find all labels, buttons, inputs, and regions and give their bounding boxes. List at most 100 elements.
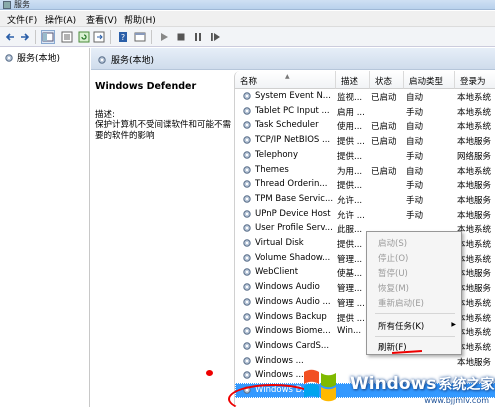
service-name-cell: Windows CardS... [242, 341, 336, 351]
description-cell: 提供... [337, 181, 363, 192]
column-header-status[interactable]: 状态 [370, 71, 404, 89]
ctx-separator [375, 313, 455, 314]
services-app-icon [3, 1, 11, 9]
ctx-restart[interactable]: 重新启动(E) [367, 295, 461, 310]
ctx-start[interactable]: 启动(S) [367, 235, 461, 250]
pane-header-label: 服务(本地) [111, 56, 155, 66]
console-icon [134, 32, 146, 42]
description-cell: 启用 ... [337, 107, 365, 118]
ctx-resume[interactable]: 恢复(M) [367, 280, 461, 295]
service-name-cell: Thread Orderin... [242, 179, 336, 189]
description-cell: 使用... [337, 122, 363, 133]
gear-icon [243, 121, 251, 130]
table-row[interactable]: Tablet PC Input ... 启用 ... 手动 本地系统 [235, 104, 495, 119]
gear-icon [243, 151, 251, 159]
menu-action[interactable]: 操作(A) [45, 13, 76, 26]
menu-view[interactable]: 查看(V) [86, 13, 117, 26]
logon-as-cell: 本地服务 [457, 210, 492, 221]
watermark: Windows 系统之家 www.bjjmlv.com [300, 360, 495, 407]
column-header-logon-as[interactable]: 登录为 [455, 71, 495, 89]
table-row[interactable]: Thread Orderin... 提供... 手动 本地服务 [235, 177, 495, 192]
restart-service-button[interactable] [208, 30, 222, 44]
description-cell: 提供... [337, 240, 363, 250]
list-view-icon [61, 31, 73, 43]
start-service-button[interactable] [157, 30, 171, 44]
service-name-cell: System Event N... [242, 91, 336, 101]
table-row[interactable]: Task Scheduler 使用... 已启动 自动 本地系统 [235, 118, 495, 133]
gear-icon [5, 53, 13, 62]
logon-as-cell: 本地系统 [457, 328, 492, 339]
console-button[interactable] [133, 30, 147, 44]
table-row[interactable]: System Event N... 监视... 已启动 自动 本地系统 [235, 89, 495, 104]
ctx-pause[interactable]: 暂停(U) [367, 265, 461, 280]
logon-as-cell: 本地系统 [457, 313, 492, 324]
description-cell: 监视... [337, 93, 363, 103]
logon-as-cell: 本地服务 [457, 181, 492, 192]
help-button[interactable]: ? [116, 30, 130, 44]
ctx-separator [375, 336, 455, 337]
ctx-stop[interactable]: 停止(O) [367, 250, 461, 265]
startup-type-cell: 自动 [406, 93, 424, 103]
logon-as-cell: 本地系统 [457, 298, 492, 309]
gear-icon [243, 253, 251, 262]
menu-file[interactable]: 文件(F) [7, 13, 37, 26]
gear-icon [243, 136, 251, 144]
back-arrow-icon [5, 33, 14, 41]
stop-service-button[interactable] [174, 30, 188, 44]
windows-logo-icon [304, 369, 336, 401]
service-name-cell: Task Scheduler [242, 120, 336, 130]
service-name-cell: Volume Shadow... [242, 253, 336, 263]
table-row[interactable]: Telephony 提供... 手动 网络服务 [235, 148, 495, 163]
tree-item-label: 服务(本地) [17, 54, 61, 64]
gear-icon [243, 327, 251, 335]
service-name-cell: Windows Audio ... [242, 297, 336, 307]
description-cell: 提供... [337, 151, 363, 162]
console-tree-icon [42, 32, 54, 42]
context-menu: 启动(S) 停止(O) 暂停(U) 恢复(M) 重新启动(E) 所有任务(K) … [366, 231, 462, 355]
logon-as-cell: 本地系统 [457, 342, 492, 353]
pause-service-button[interactable] [191, 30, 205, 44]
service-name-cell: Themes [242, 165, 336, 175]
gear-icon [243, 224, 251, 232]
back-button[interactable] [3, 30, 17, 44]
description-cell: Win... [337, 326, 362, 337]
table-row[interactable]: Themes 为用... 已启动 自动 本地系统 [235, 163, 495, 178]
description-cell: 管理 ... [337, 298, 365, 309]
tree-item-services-local[interactable]: 服务(本地) [4, 51, 60, 64]
watermark-text: Windows 系统之家 [350, 373, 495, 394]
menu-help[interactable]: 帮助(H) [124, 13, 156, 26]
service-name-cell: UPnP Device Host [242, 209, 336, 219]
gear-icon [243, 298, 251, 306]
gear-icon [243, 165, 251, 174]
logon-as-cell: 本地系统 [457, 122, 492, 133]
description-cell: 管理... [337, 284, 363, 295]
show-tree-button[interactable] [41, 30, 55, 44]
forward-arrow-icon [21, 33, 30, 41]
ctx-all-tasks[interactable]: 所有任务(K) ▶ [367, 318, 461, 333]
sort-ascending-icon: ▲ [285, 73, 290, 80]
properties-view-button[interactable] [60, 30, 74, 44]
forward-button[interactable] [18, 30, 32, 44]
service-name-cell: User Profile Serv... [242, 223, 336, 233]
description-cell: 提供 ... [337, 137, 365, 148]
refresh-button[interactable] [77, 30, 91, 44]
service-name-cell: Tablet PC Input ... [242, 106, 336, 116]
description-cell: 使基... [337, 269, 363, 280]
gear-icon [243, 92, 251, 100]
table-row[interactable]: TPM Base Servic... 允许... 手动 本地服务 [235, 192, 495, 207]
column-header-startup-type[interactable]: 启动类型 [404, 71, 455, 89]
service-name-cell: TPM Base Servic... [242, 194, 336, 204]
description-cell: 提供 ... [337, 313, 365, 324]
console-tree: 服务(本地) [0, 48, 90, 407]
service-name-cell: Virtual Disk [242, 238, 336, 248]
gear-icon [243, 283, 251, 291]
column-header-name[interactable]: ▲ 名称 [235, 71, 336, 89]
service-name-cell: TCP/IP NetBIOS ... [242, 135, 336, 145]
table-row[interactable]: UPnP Device Host 允许 ... 手动 本地服务 [235, 207, 495, 222]
export-list-button[interactable] [92, 30, 106, 44]
table-row[interactable]: TCP/IP NetBIOS ... 提供 ... 已启动 自动 本地服务 [235, 133, 495, 148]
column-header-description[interactable]: 描述 [336, 71, 370, 89]
logon-as-cell: 本地服务 [457, 195, 492, 206]
refresh-icon [78, 31, 90, 43]
logon-as-cell: 本地服务 [457, 269, 492, 280]
